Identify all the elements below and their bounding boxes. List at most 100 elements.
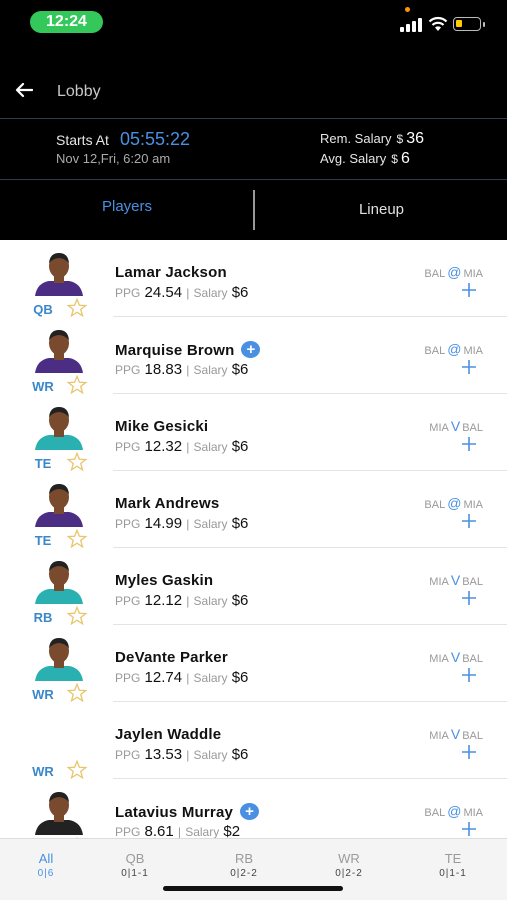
stat-separator: | (186, 594, 190, 608)
cellular-signal-icon (400, 18, 424, 32)
salary-value: $6 (231, 438, 249, 455)
player-row[interactable]: TE Mark Andrews PPG 14.99 | Salary $6 BA… (0, 471, 507, 550)
salary-label: Salary (193, 440, 228, 454)
player-name-line: Marquise Brown + (115, 341, 261, 359)
home-indicator[interactable] (163, 886, 343, 891)
favorite-star-icon[interactable] (66, 451, 88, 473)
ppg-value: 8.61 (144, 823, 174, 838)
remaining-salary-value: 36 (406, 130, 425, 147)
player-position: WR (32, 687, 54, 702)
add-player-plus-icon[interactable] (461, 282, 477, 298)
stat-separator: | (186, 671, 190, 685)
stat-separator: | (177, 825, 182, 838)
team-home: MIA (429, 653, 449, 665)
player-row[interactable]: QB Lamar Jackson PPG 24.54 | Salary $6 B… (0, 240, 507, 319)
filter-label: TE (444, 851, 462, 866)
matchup: BAL @ MIA (424, 264, 483, 280)
matchup: BAL @ MIA (424, 495, 483, 511)
tab-players[interactable]: Players (0, 180, 254, 240)
recording-dot (405, 7, 410, 12)
add-player-plus-icon[interactable] (461, 667, 477, 683)
remaining-salary-currency: $ (396, 132, 404, 146)
wifi-icon (428, 16, 448, 31)
favorite-star-icon[interactable] (66, 759, 88, 781)
filter-count: 0|6 (37, 868, 55, 879)
filter-wr[interactable]: WR 0|2-2 (309, 851, 389, 879)
add-player-plus-icon[interactable] (461, 436, 477, 452)
filter-all[interactable]: All 0|6 (6, 851, 86, 879)
team-home: MIA (429, 730, 449, 742)
player-stats: PPG 13.53 | Salary $6 (115, 746, 248, 763)
player-stats: PPG 24.54 | Salary $6 (115, 284, 248, 301)
favorite-star-icon[interactable] (66, 297, 88, 319)
player-list[interactable]: QB Lamar Jackson PPG 24.54 | Salary $6 B… (0, 240, 507, 838)
add-player-plus-icon[interactable] (461, 744, 477, 760)
matchup-symbol: V (450, 726, 461, 742)
filter-label: All (38, 851, 54, 866)
favorite-star-icon[interactable] (66, 605, 88, 627)
add-player-plus-icon[interactable] (461, 359, 477, 375)
filter-label: RB (234, 851, 254, 866)
player-row[interactable]: TE Mike Gesicki PPG 12.32 | Salary $6 MI… (0, 394, 507, 473)
salary-label: Salary (193, 671, 228, 685)
average-salary-label: Avg. Salary (320, 151, 387, 166)
player-stats: PPG 12.12 | Salary $6 (115, 592, 248, 609)
matchup-symbol: @ (447, 495, 462, 511)
add-player-plus-icon[interactable] (461, 590, 477, 606)
remaining-salary: Rem. Salary $36 (320, 130, 424, 148)
filter-rb[interactable]: RB 0|2-2 (204, 851, 284, 879)
favorite-star-icon[interactable] (66, 528, 88, 550)
info-plus-badge-icon[interactable]: + (241, 341, 261, 358)
nav-header: Lobby (0, 60, 507, 118)
ppg-label: PPG (115, 517, 141, 531)
contest-info-bar: Starts At 05:55:22 Nov 12,Fri, 6:20 am R… (0, 118, 507, 180)
filter-count: 0|1-1 (439, 868, 467, 879)
filter-label: WR (338, 851, 360, 866)
favorite-star-icon[interactable] (66, 682, 88, 704)
matchup-symbol: V (450, 649, 461, 665)
back-arrow-icon[interactable] (15, 82, 33, 98)
matchup-symbol: V (450, 572, 461, 588)
status-time: 12:24 (30, 11, 103, 33)
info-plus-badge-icon[interactable]: + (240, 803, 260, 820)
player-avatar (35, 638, 83, 681)
filter-qb[interactable]: QB 0|1-1 (95, 851, 175, 879)
matchup-symbol: V (450, 418, 461, 434)
team-home: BAL (424, 499, 446, 511)
view-tabs: Players Lineup (0, 180, 507, 240)
player-name-line: Mike Gesicki (115, 418, 208, 435)
salary-value: $6 (231, 746, 249, 763)
tab-lineup[interactable]: Lineup (256, 180, 507, 240)
stat-separator: | (186, 286, 190, 300)
team-away: MIA (463, 807, 483, 819)
player-row[interactable]: WR Marquise Brown + PPG 18.83 | Salary $6… (0, 317, 507, 396)
player-stats: PPG 8.61 | Salary $2 (115, 823, 240, 838)
player-row[interactable]: WR Jaylen Waddle PPG 13.53 | Salary $6 M… (0, 702, 507, 781)
team-away: MIA (463, 268, 483, 280)
add-player-plus-icon[interactable] (461, 513, 477, 529)
player-name-line: DeVante Parker (115, 649, 228, 666)
filter-te[interactable]: TE 0|1-1 (413, 851, 493, 879)
player-name: Lamar Jackson (115, 264, 227, 281)
player-name: Mark Andrews (115, 495, 220, 512)
stat-separator: | (186, 748, 190, 762)
matchup: MIA V BAL (429, 726, 483, 742)
salary-label: Salary (185, 825, 220, 838)
salary-label: Salary (193, 286, 228, 300)
player-avatar (35, 330, 83, 373)
contest-date: Nov 12,Fri, 6:20 am (56, 151, 171, 166)
tab-divider (253, 190, 255, 230)
salary-label: Salary (193, 517, 228, 531)
player-name: Jaylen Waddle (115, 726, 222, 743)
matchup-symbol: @ (447, 264, 462, 280)
ppg-label: PPG (115, 440, 141, 454)
player-row[interactable]: WR DeVante Parker PPG 12.74 | Salary $6 … (0, 625, 507, 704)
team-home: MIA (429, 422, 449, 434)
team-away: MIA (463, 499, 483, 511)
player-row[interactable]: RB Myles Gaskin PPG 12.12 | Salary $6 MI… (0, 548, 507, 627)
favorite-star-icon[interactable] (66, 374, 88, 396)
add-player-plus-icon[interactable] (461, 821, 477, 837)
player-row[interactable]: RB Latavius Murray+ PPG 8.61 | Salary $2… (0, 779, 507, 838)
status-bar: 12:24 (0, 0, 507, 60)
team-home: BAL (424, 268, 446, 280)
